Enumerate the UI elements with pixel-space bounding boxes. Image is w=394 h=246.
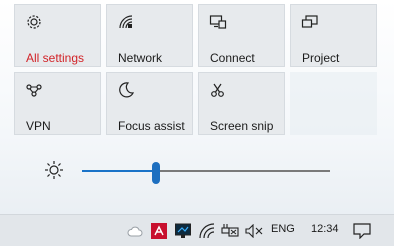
battery-icon[interactable] (221, 222, 239, 240)
connect-icon (209, 13, 227, 31)
action-center-panel: All settings Network Connect Project VPN… (0, 0, 394, 214)
mute-icon[interactable] (245, 222, 263, 240)
gear-icon (25, 13, 43, 31)
slider-fill (82, 170, 157, 172)
wifi-icon[interactable] (199, 222, 215, 240)
tile-vpn[interactable]: VPN (14, 72, 101, 135)
tile-screen-snip[interactable]: Screen snip (198, 72, 285, 135)
acrobat-icon[interactable] (151, 222, 167, 240)
brightness-slider[interactable] (82, 162, 330, 184)
language-indicator[interactable]: ENG (271, 223, 295, 235)
network-icon (117, 13, 135, 31)
tile-all-settings[interactable]: All settings (14, 4, 101, 67)
empty-tile-slot (290, 72, 377, 135)
tile-label: Network (118, 51, 163, 65)
tile-label: VPN (26, 119, 51, 133)
action-center-icon[interactable] (353, 222, 371, 240)
screen-snip-icon (209, 81, 227, 99)
tile-label: Project (302, 51, 340, 65)
tile-label: Connect (210, 51, 255, 65)
clock[interactable]: 12:34 (311, 223, 339, 235)
moon-icon (117, 81, 135, 99)
tile-focus-assist[interactable]: Focus assist (106, 72, 193, 135)
taskbar: ENG 12:34 (0, 214, 394, 246)
tile-label: All settings (26, 51, 85, 65)
tile-connect[interactable]: Connect (198, 4, 285, 67)
tile-label: Screen snip (210, 119, 274, 133)
slider-thumb[interactable] (152, 162, 161, 184)
project-icon (301, 13, 319, 31)
vpn-icon (25, 81, 43, 99)
tile-project[interactable]: Project (290, 4, 377, 67)
cloud-icon[interactable] (127, 222, 143, 240)
display-icon[interactable] (175, 222, 191, 240)
brightness-icon (44, 160, 64, 180)
tile-network[interactable]: Network (106, 4, 193, 67)
tile-label: Focus assist (118, 119, 185, 133)
